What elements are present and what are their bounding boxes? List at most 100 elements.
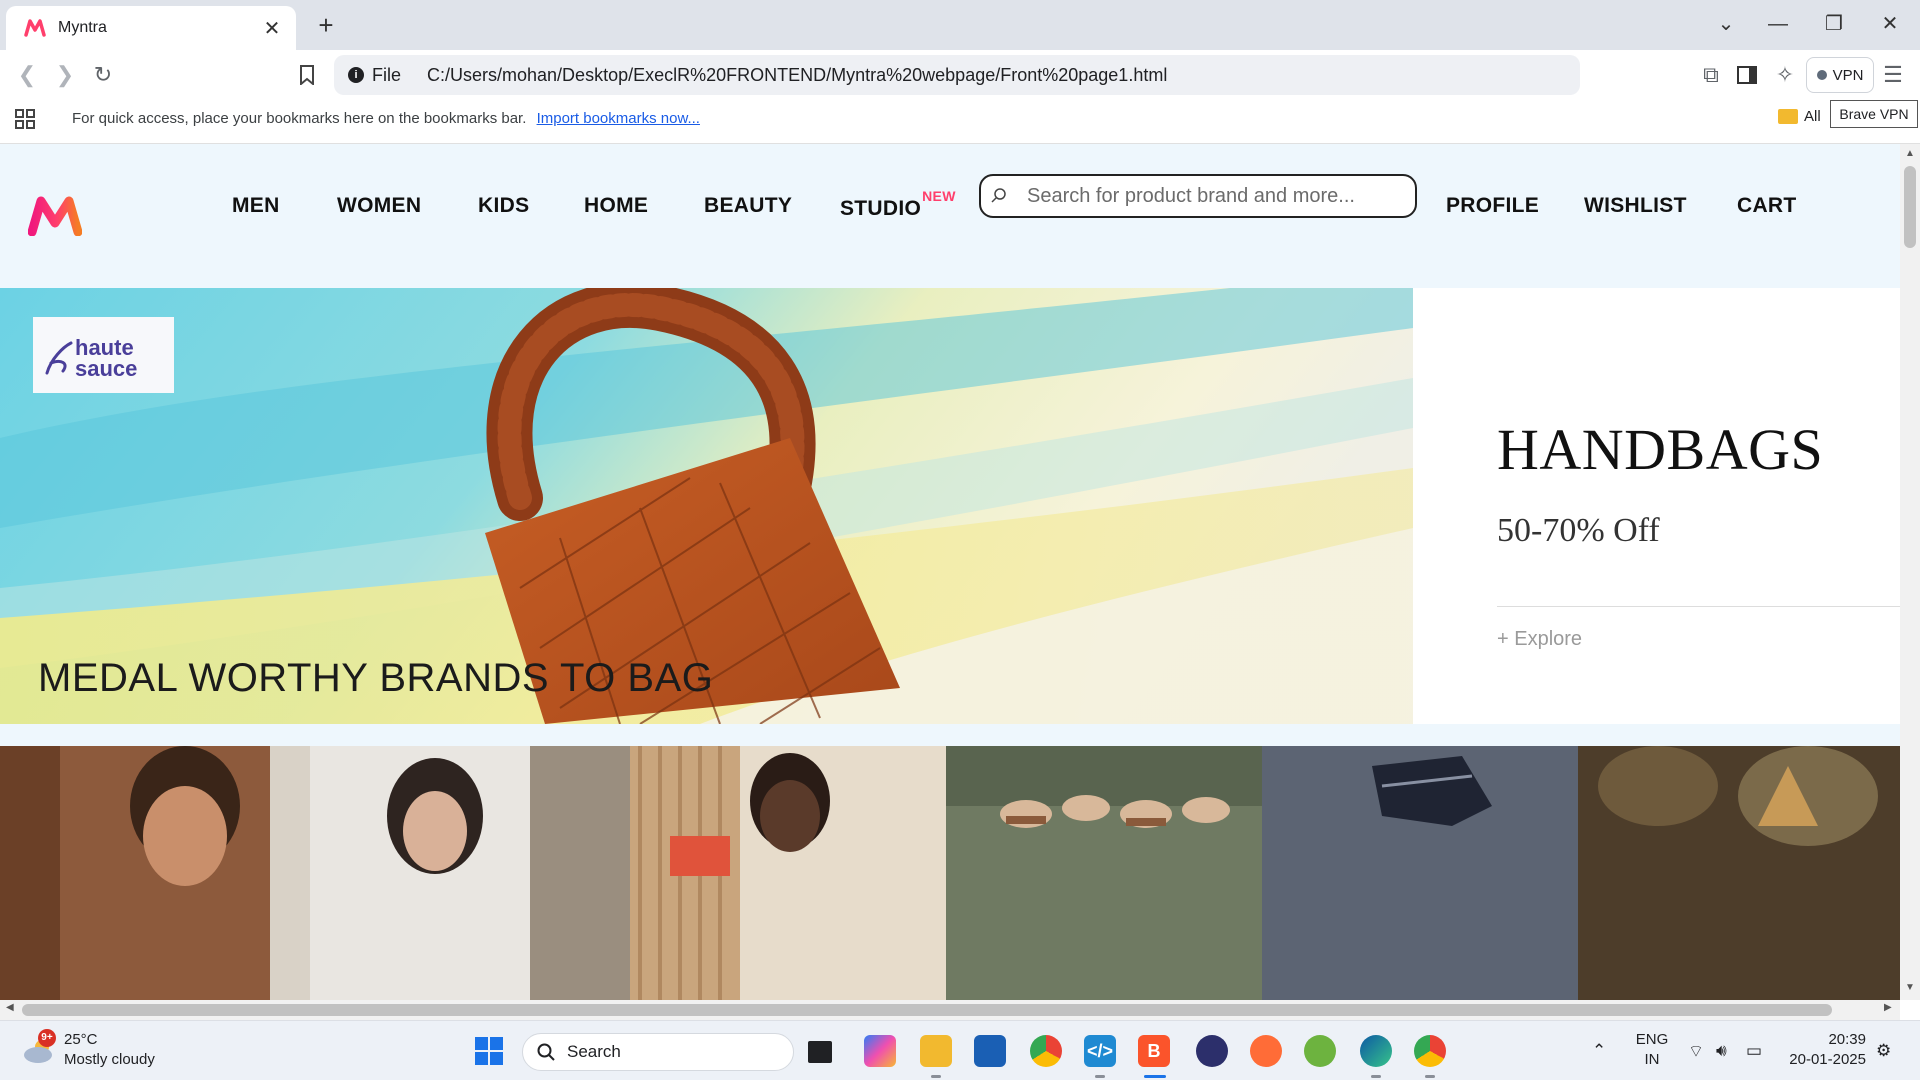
scroll-up-icon[interactable]: ▲ <box>1900 148 1920 159</box>
apps-grid-icon[interactable] <box>10 104 40 134</box>
cart-link[interactable]: CART <box>1737 194 1797 218</box>
postman-icon[interactable] <box>1250 1035 1282 1067</box>
menu-icon[interactable]: ☰ <box>1878 60 1908 90</box>
tab-search-chevron-icon[interactable]: ⌄ <box>1706 8 1746 40</box>
new-badge: NEW <box>922 188 956 204</box>
running-indicator <box>1095 1075 1105 1078</box>
edge-icon[interactable] <box>1360 1035 1392 1067</box>
haute-sauce-logo: haute sauce <box>45 335 137 381</box>
language-indicator[interactable]: ENG <box>1634 1031 1670 1048</box>
search-input[interactable] <box>1027 184 1407 208</box>
taskbar-search-label: Search <box>567 1042 621 1061</box>
brand-card[interactable] <box>946 746 1262 1000</box>
wifi-icon[interactable]: ⌔ <box>1688 1041 1704 1062</box>
reload-icon[interactable]: ↻ <box>88 60 118 90</box>
close-tab-icon[interactable]: ✕ <box>260 16 284 41</box>
horizontal-scrollbar[interactable]: ◀ ▶ <box>0 1000 1900 1020</box>
scroll-left-icon[interactable]: ◀ <box>6 1002 14 1013</box>
brand-card-image <box>946 746 1262 1000</box>
explore-link[interactable]: + Explore <box>1497 628 1582 651</box>
nav-kids[interactable]: KIDS <box>478 194 529 218</box>
site-info-icon[interactable]: i <box>348 67 364 83</box>
nav-women[interactable]: WOMEN <box>337 194 421 218</box>
nav-men[interactable]: MEN <box>232 194 280 218</box>
myntra-logo[interactable] <box>28 196 82 236</box>
bookmark-icon[interactable] <box>292 60 322 90</box>
brand-card[interactable] <box>1578 746 1900 1000</box>
extensions-icon[interactable]: ⧉ <box>1696 60 1726 90</box>
leo-ai-icon[interactable]: ✧ <box>1770 60 1800 90</box>
file-explorer-icon[interactable] <box>920 1035 952 1067</box>
import-bookmarks-link[interactable]: Import bookmarks now... <box>537 110 700 127</box>
vpn-button[interactable]: VPN <box>1806 57 1874 93</box>
banner-subtitle: 50-70% Off <box>1497 512 1660 549</box>
close-window-icon[interactable]: ✕ <box>1870 8 1910 40</box>
weather-description: Mostly cloudy <box>64 1051 155 1068</box>
address-bar[interactable]: i File C:/Users/mohan/Desktop/ExeclR%20F… <box>334 55 1580 95</box>
clock-date[interactable]: 20-01-2025 <box>1784 1051 1866 1068</box>
horizontal-scroll-thumb[interactable] <box>22 1004 1832 1016</box>
chrome-icon[interactable] <box>1030 1035 1062 1067</box>
minimize-icon[interactable]: — <box>1758 8 1798 40</box>
bookmarks-hint-text: For quick access, place your bookmarks h… <box>72 110 527 127</box>
start-icon[interactable] <box>473 1035 505 1067</box>
tab-title: Myntra <box>58 19 107 36</box>
temperature: 25°C <box>64 1031 98 1048</box>
profile-link[interactable]: PROFILE <box>1446 194 1539 218</box>
vscode-icon[interactable]: </> <box>1084 1035 1116 1067</box>
all-bookmarks-label: All <box>1804 108 1821 125</box>
back-icon[interactable]: ❮ <box>12 60 42 90</box>
notifications-icon[interactable]: ⚙ <box>1876 1041 1891 1061</box>
scroll-right-icon[interactable]: ▶ <box>1884 1002 1892 1013</box>
vertical-scrollbar[interactable]: ▲ ▼ <box>1900 144 1920 1000</box>
brave-icon[interactable]: B <box>1138 1035 1170 1067</box>
restore-icon[interactable]: ❐ <box>1814 8 1854 40</box>
search-icon <box>991 187 1015 206</box>
svg-text:sauce: sauce <box>75 356 137 381</box>
product-search[interactable] <box>979 174 1417 218</box>
browser-tab[interactable]: Myntra ✕ <box>6 6 296 50</box>
page-viewport: MEN WOMEN KIDS HOME BEAUTY STUDIONEW PRO… <box>0 144 1900 1000</box>
address-scheme: File <box>372 64 402 85</box>
bookmarks-hint: For quick access, place your bookmarks h… <box>72 110 700 127</box>
brand-card-image <box>0 746 310 1000</box>
running-indicator <box>931 1075 941 1078</box>
nav-home[interactable]: HOME <box>584 194 648 218</box>
brand-card-image <box>630 746 946 1000</box>
brand-card[interactable] <box>1262 746 1578 1000</box>
myntra-favicon-icon <box>24 19 46 37</box>
brand-cards <box>0 746 1900 1000</box>
clock-time[interactable]: 20:39 <box>1784 1031 1866 1048</box>
address-url[interactable]: C:/Users/mohan/Desktop/ExeclR%20FRONTEND… <box>427 65 1167 86</box>
forward-icon[interactable]: ❯ <box>50 60 80 90</box>
scroll-down-icon[interactable]: ▼ <box>1900 982 1920 993</box>
vpn-label: VPN <box>1832 66 1864 84</box>
wishlist-link[interactable]: WISHLIST <box>1584 194 1687 218</box>
all-bookmarks-button[interactable]: All <box>1778 108 1821 125</box>
copilot-icon[interactable] <box>864 1035 896 1067</box>
running-indicator <box>1371 1075 1381 1078</box>
eclipse-icon[interactable] <box>1196 1035 1228 1067</box>
show-hidden-icons-chevron-icon[interactable]: ⌃ <box>1592 1041 1606 1061</box>
brand-card[interactable] <box>630 746 946 1000</box>
vpn-tooltip: Brave VPN <box>1830 100 1918 128</box>
battery-icon[interactable]: ▭ <box>1746 1041 1762 1061</box>
vpn-status-icon <box>1816 70 1827 80</box>
taskbar-search[interactable]: Search <box>522 1033 794 1071</box>
nav-beauty[interactable]: BEAUTY <box>704 194 792 218</box>
brand-card[interactable] <box>310 746 630 1000</box>
task-view-icon[interactable] <box>808 1041 832 1063</box>
new-tab-icon[interactable]: + <box>312 10 340 41</box>
active-indicator <box>1144 1075 1166 1078</box>
nav-studio[interactable]: STUDIONEW <box>840 188 956 221</box>
volume-icon[interactable]: 🔊︎ <box>1716 1041 1727 1061</box>
brand-card[interactable] <box>0 746 310 1000</box>
sidebar-icon[interactable] <box>1732 60 1762 90</box>
vertical-scroll-thumb[interactable] <box>1904 166 1916 248</box>
folder-icon <box>1778 109 1798 124</box>
chrome-profile-icon[interactable] <box>1414 1035 1446 1067</box>
spring-tools-icon[interactable] <box>1304 1035 1336 1067</box>
region-indicator[interactable]: IN <box>1634 1051 1670 1068</box>
microsoft-store-icon[interactable] <box>974 1035 1006 1067</box>
nav-studio-label: STUDIO <box>840 197 922 220</box>
